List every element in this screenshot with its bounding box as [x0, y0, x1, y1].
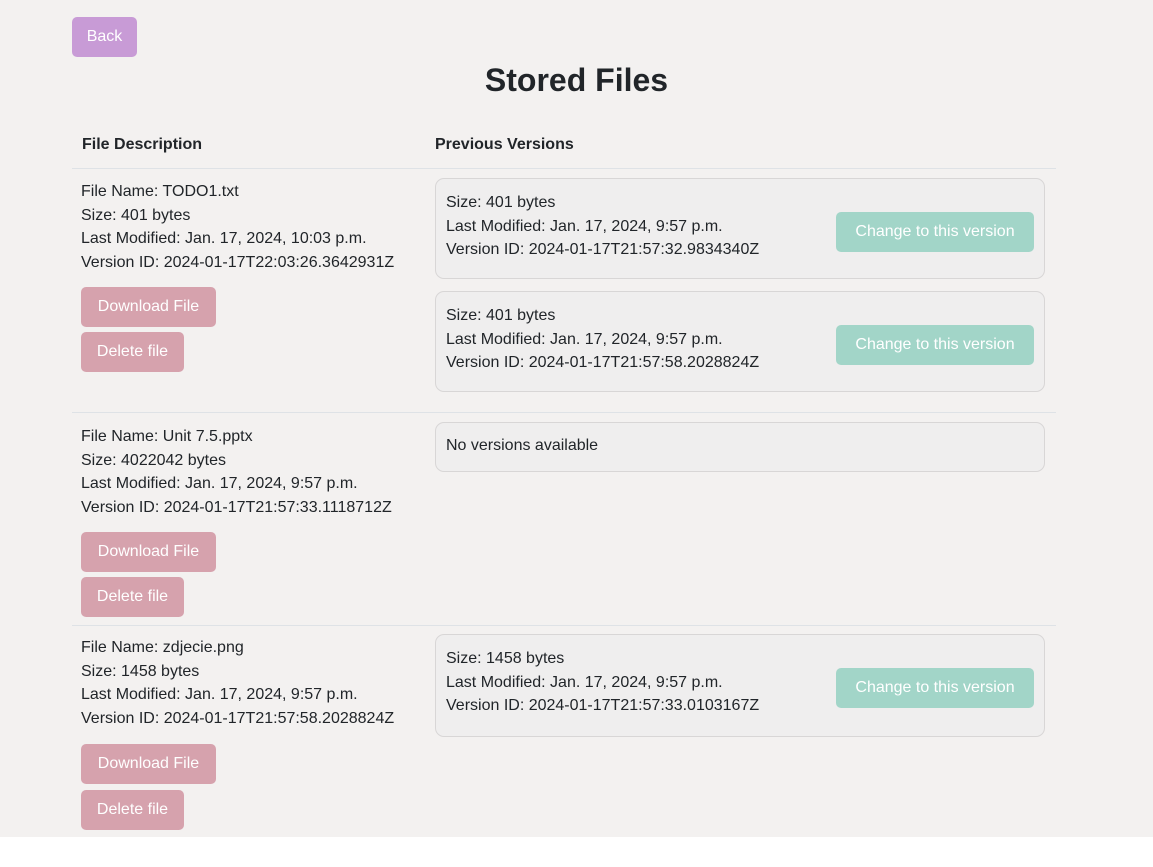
- version-last-modified: Last Modified: Jan. 17, 2024, 9:57 p.m.: [446, 673, 723, 691]
- version-size: Size: 401 bytes: [446, 307, 556, 324]
- delete-file-button[interactable]: Delete file: [81, 332, 184, 372]
- change-to-version-button[interactable]: Change to this version: [836, 212, 1034, 252]
- file-description: File Name: Unit 7.5.pptx Size: 4022042 b…: [81, 425, 392, 519]
- file-size: Size: 4022042 bytes: [81, 451, 226, 469]
- row-divider: [72, 625, 1056, 626]
- version-id: Version ID: 2024-01-17T21:57:32.9834340Z: [446, 241, 760, 258]
- column-header-previous-versions: Previous Versions: [435, 136, 574, 153]
- page-title: Stored Files: [484, 62, 669, 98]
- stored-files-page: Back Stored Files File Description Previ…: [0, 0, 1153, 837]
- download-file-button[interactable]: Download File: [81, 287, 216, 327]
- delete-file-button[interactable]: Delete file: [81, 790, 184, 830]
- file-last-modified: Last Modified: Jan. 17, 2024, 9:57 p.m.: [81, 686, 358, 703]
- no-versions-text: No versions available: [446, 437, 599, 454]
- column-header-file-description: File Description: [82, 136, 203, 153]
- version-card: Size: 1458 bytes Last Modified: Jan. 17,…: [435, 634, 1045, 737]
- version-details: Size: 401 bytes Last Modified: Jan. 17, …: [446, 304, 759, 375]
- version-last-modified: Last Modified: Jan. 17, 2024, 9:57 p.m.: [446, 217, 723, 235]
- change-to-version-button[interactable]: Change to this version: [836, 668, 1034, 708]
- download-file-button[interactable]: Download File: [81, 744, 216, 784]
- version-last-modified: Last Modified: Jan. 17, 2024, 9:57 p.m.: [446, 330, 723, 348]
- version-id: Version ID: 2024-01-17T21:57:58.2028824Z: [446, 354, 760, 371]
- version-details: Size: 1458 bytes Last Modified: Jan. 17,…: [446, 647, 759, 718]
- file-name: File Name: Unit 7.5.pptx: [81, 428, 253, 445]
- version-card: Size: 401 bytes Last Modified: Jan. 17, …: [435, 178, 1045, 279]
- version-id: Version ID: 2024-01-17T21:57:33.0103167Z: [446, 697, 760, 714]
- file-version-id: Version ID: 2024-01-17T22:03:26.3642931Z: [81, 253, 395, 271]
- file-last-modified: Last Modified: Jan. 17, 2024, 10:03 p.m.: [81, 230, 367, 247]
- file-last-modified: Last Modified: Jan. 17, 2024, 9:57 p.m.: [81, 475, 358, 492]
- row-divider: [72, 412, 1056, 413]
- delete-file-button[interactable]: Delete file: [81, 577, 184, 617]
- download-file-button[interactable]: Download File: [81, 532, 216, 572]
- file-name: File Name: TODO1.txt: [81, 183, 239, 200]
- version-size: Size: 401 bytes: [446, 194, 556, 211]
- no-versions-card: No versions available: [435, 422, 1045, 472]
- file-size: Size: 1458 bytes: [81, 662, 200, 680]
- file-version-id: Version ID: 2024-01-17T21:57:33.1118712Z: [81, 498, 392, 516]
- back-button[interactable]: Back: [72, 17, 137, 57]
- version-size: Size: 1458 bytes: [446, 650, 565, 667]
- table-header-divider: [72, 168, 1056, 169]
- version-details: Size: 401 bytes Last Modified: Jan. 17, …: [446, 191, 759, 262]
- change-to-version-button[interactable]: Change to this version: [836, 325, 1034, 365]
- file-description: File Name: TODO1.txt Size: 401 bytes Las…: [81, 180, 394, 274]
- file-version-id: Version ID: 2024-01-17T21:57:58.2028824Z: [81, 709, 395, 727]
- file-name: File Name: zdjecie.png: [81, 639, 244, 656]
- file-size: Size: 401 bytes: [81, 206, 191, 224]
- file-description: File Name: zdjecie.png Size: 1458 bytes …: [81, 636, 394, 730]
- version-card: Size: 401 bytes Last Modified: Jan. 17, …: [435, 291, 1045, 392]
